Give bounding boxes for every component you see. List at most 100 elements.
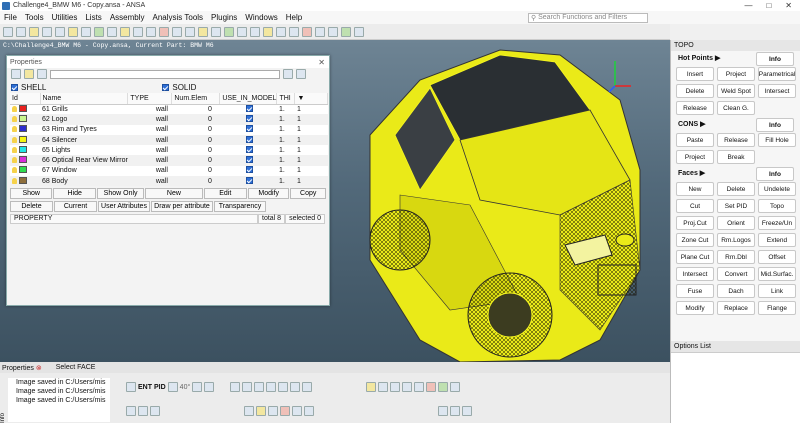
faces-rm-dbl-button[interactable]: Rm.Dbl [717,250,755,264]
cons-info-button[interactable]: Info [756,118,794,132]
pen-icon[interactable] [230,382,241,392]
neighbours-icon[interactable] [192,382,203,392]
filter-icon[interactable] [133,26,143,37]
delete-icon[interactable] [159,26,169,37]
faces-orient-button[interactable]: Orient [717,216,755,230]
use-in-model-checkbox[interactable] [245,166,253,174]
refresh-icon[interactable] [11,69,21,79]
hot-points-weld-spot-button[interactable]: Weld Spot [717,84,755,98]
angle-icon[interactable] [167,382,178,392]
table-row[interactable]: 63 Rim and Tyres wall 0 1. 1 [10,125,328,135]
entity-mode-icon[interactable] [378,382,389,392]
lasso-tool-icon[interactable] [462,406,472,416]
new-button[interactable]: New [145,188,203,200]
col-use-in-model[interactable]: USE_IN_MODEL [219,93,278,105]
window-split-icon[interactable] [328,26,338,37]
hide-button[interactable]: Hide [53,188,96,200]
faces-zone-cut-button[interactable]: Zone Cut [676,233,714,247]
color-swatch[interactable] [18,166,27,174]
faces-set-pid-button[interactable]: Set PID [717,199,755,213]
table-row[interactable]: 61 Grills wall 0 1. 1 [10,104,328,114]
color-swatch[interactable] [18,156,27,164]
menu-windows[interactable]: Windows [241,13,281,22]
use-in-model-checkbox[interactable] [245,176,253,184]
visibility-bulb-icon[interactable] [12,167,17,174]
visibility-bulb-icon[interactable] [12,146,17,153]
close-icon[interactable]: ✕ [785,1,792,10]
maximize-icon[interactable]: □ [766,1,771,10]
settings-icon[interactable] [81,26,91,37]
table-row[interactable]: 66 Optical Rear View Mirror wall 0 1. 1 [10,155,328,166]
tab-properties[interactable]: Properties ⊗ [2,364,42,372]
faces-topo-button[interactable]: Topo [758,199,796,213]
export-icon[interactable] [283,69,293,79]
focus-all-icon[interactable] [292,406,302,416]
menu-lists[interactable]: Lists [81,13,105,22]
show-button[interactable]: Show [10,188,53,200]
faces-new-button[interactable]: New [676,182,714,196]
align-icon[interactable] [290,382,301,392]
focus-tool-icon[interactable] [244,406,254,416]
clip-icon[interactable] [289,26,299,37]
pid-toggle[interactable]: PID [154,384,166,391]
menu-utilities[interactable]: Utilities [48,13,82,22]
focus-add-icon[interactable] [256,406,266,416]
menu-assembly[interactable]: Assembly [106,13,149,22]
open-file-icon[interactable] [3,26,13,37]
hot-points-project-button[interactable]: Project [717,67,755,81]
entity-icon[interactable] [224,26,234,37]
show-only-button[interactable]: Show Only [96,188,145,200]
visibility-bulb-icon[interactable] [12,157,17,164]
minus-icon[interactable] [254,382,265,392]
faces-info-button[interactable]: Info [756,167,794,181]
zoom-icon[interactable] [250,26,260,37]
faces-dach-button[interactable]: Dach [717,284,755,298]
focus-color-icon[interactable] [280,406,290,416]
part-manager-icon[interactable] [68,26,78,37]
cons-project-button[interactable]: Project [676,150,714,164]
cube-wire-icon[interactable] [426,382,437,392]
ent-toggle[interactable]: ENT [138,384,152,391]
mesh-icon[interactable] [107,26,117,37]
draw-per-attribute-button[interactable]: Draw per attribute [151,201,213,213]
hot-points-parametrical-button[interactable]: Parametrical [758,67,796,81]
view-icon[interactable] [146,26,156,37]
hot-points-delete-button[interactable]: Delete [676,84,714,98]
faces-proj-cut-button[interactable]: Proj.Cut [676,216,714,230]
visibility-bulb-icon[interactable] [12,105,17,112]
menu-file[interactable]: File [0,13,21,22]
shape-tool-icon[interactable] [450,406,460,416]
hot-points-info-button[interactable]: Info [756,52,794,66]
use-in-model-checkbox[interactable] [245,125,253,133]
color-swatch[interactable] [18,125,27,133]
hatch-icon[interactable] [198,26,208,37]
visibility-bulb-icon[interactable] [12,126,17,133]
function-search-input[interactable]: ⚲ Search Functions and Filters [528,12,648,23]
find-icon[interactable] [37,69,47,79]
color-swatch[interactable] [18,176,27,184]
menu-help[interactable]: Help [282,13,306,22]
modify-button[interactable]: Modify [247,188,290,200]
faces-flange-button[interactable]: Flange [758,301,796,315]
cons-release-button[interactable]: Release [717,133,755,147]
col-num-elem[interactable]: Num.Elem [171,93,221,105]
copy-button[interactable]: Copy [290,188,326,200]
col-id[interactable]: Id [10,93,41,105]
table-row[interactable]: 68 Body wall 0 1. 1 [10,176,328,187]
faces-replace-button[interactable]: Replace [717,301,755,315]
properties-search-input[interactable] [50,69,280,79]
shade-mode-icon[interactable] [366,382,377,392]
col-name[interactable]: Name [40,93,129,105]
faces-modify-button[interactable]: Modify [676,301,714,315]
cube-view-icon[interactable] [390,382,401,392]
menu-tools[interactable]: Tools [21,13,48,22]
use-in-model-checkbox[interactable] [245,104,253,112]
delete-button[interactable]: Delete [10,201,53,213]
faces-plane-cut-button[interactable]: Plane Cut [676,250,714,264]
faces-offset-button[interactable]: Offset [758,250,796,264]
current-button[interactable]: Current [54,201,97,213]
color-icon[interactable] [302,26,312,37]
faces-extend-button[interactable]: Extend [758,233,796,247]
measure-icon[interactable] [211,26,221,37]
view-options-icon[interactable] [450,382,461,392]
